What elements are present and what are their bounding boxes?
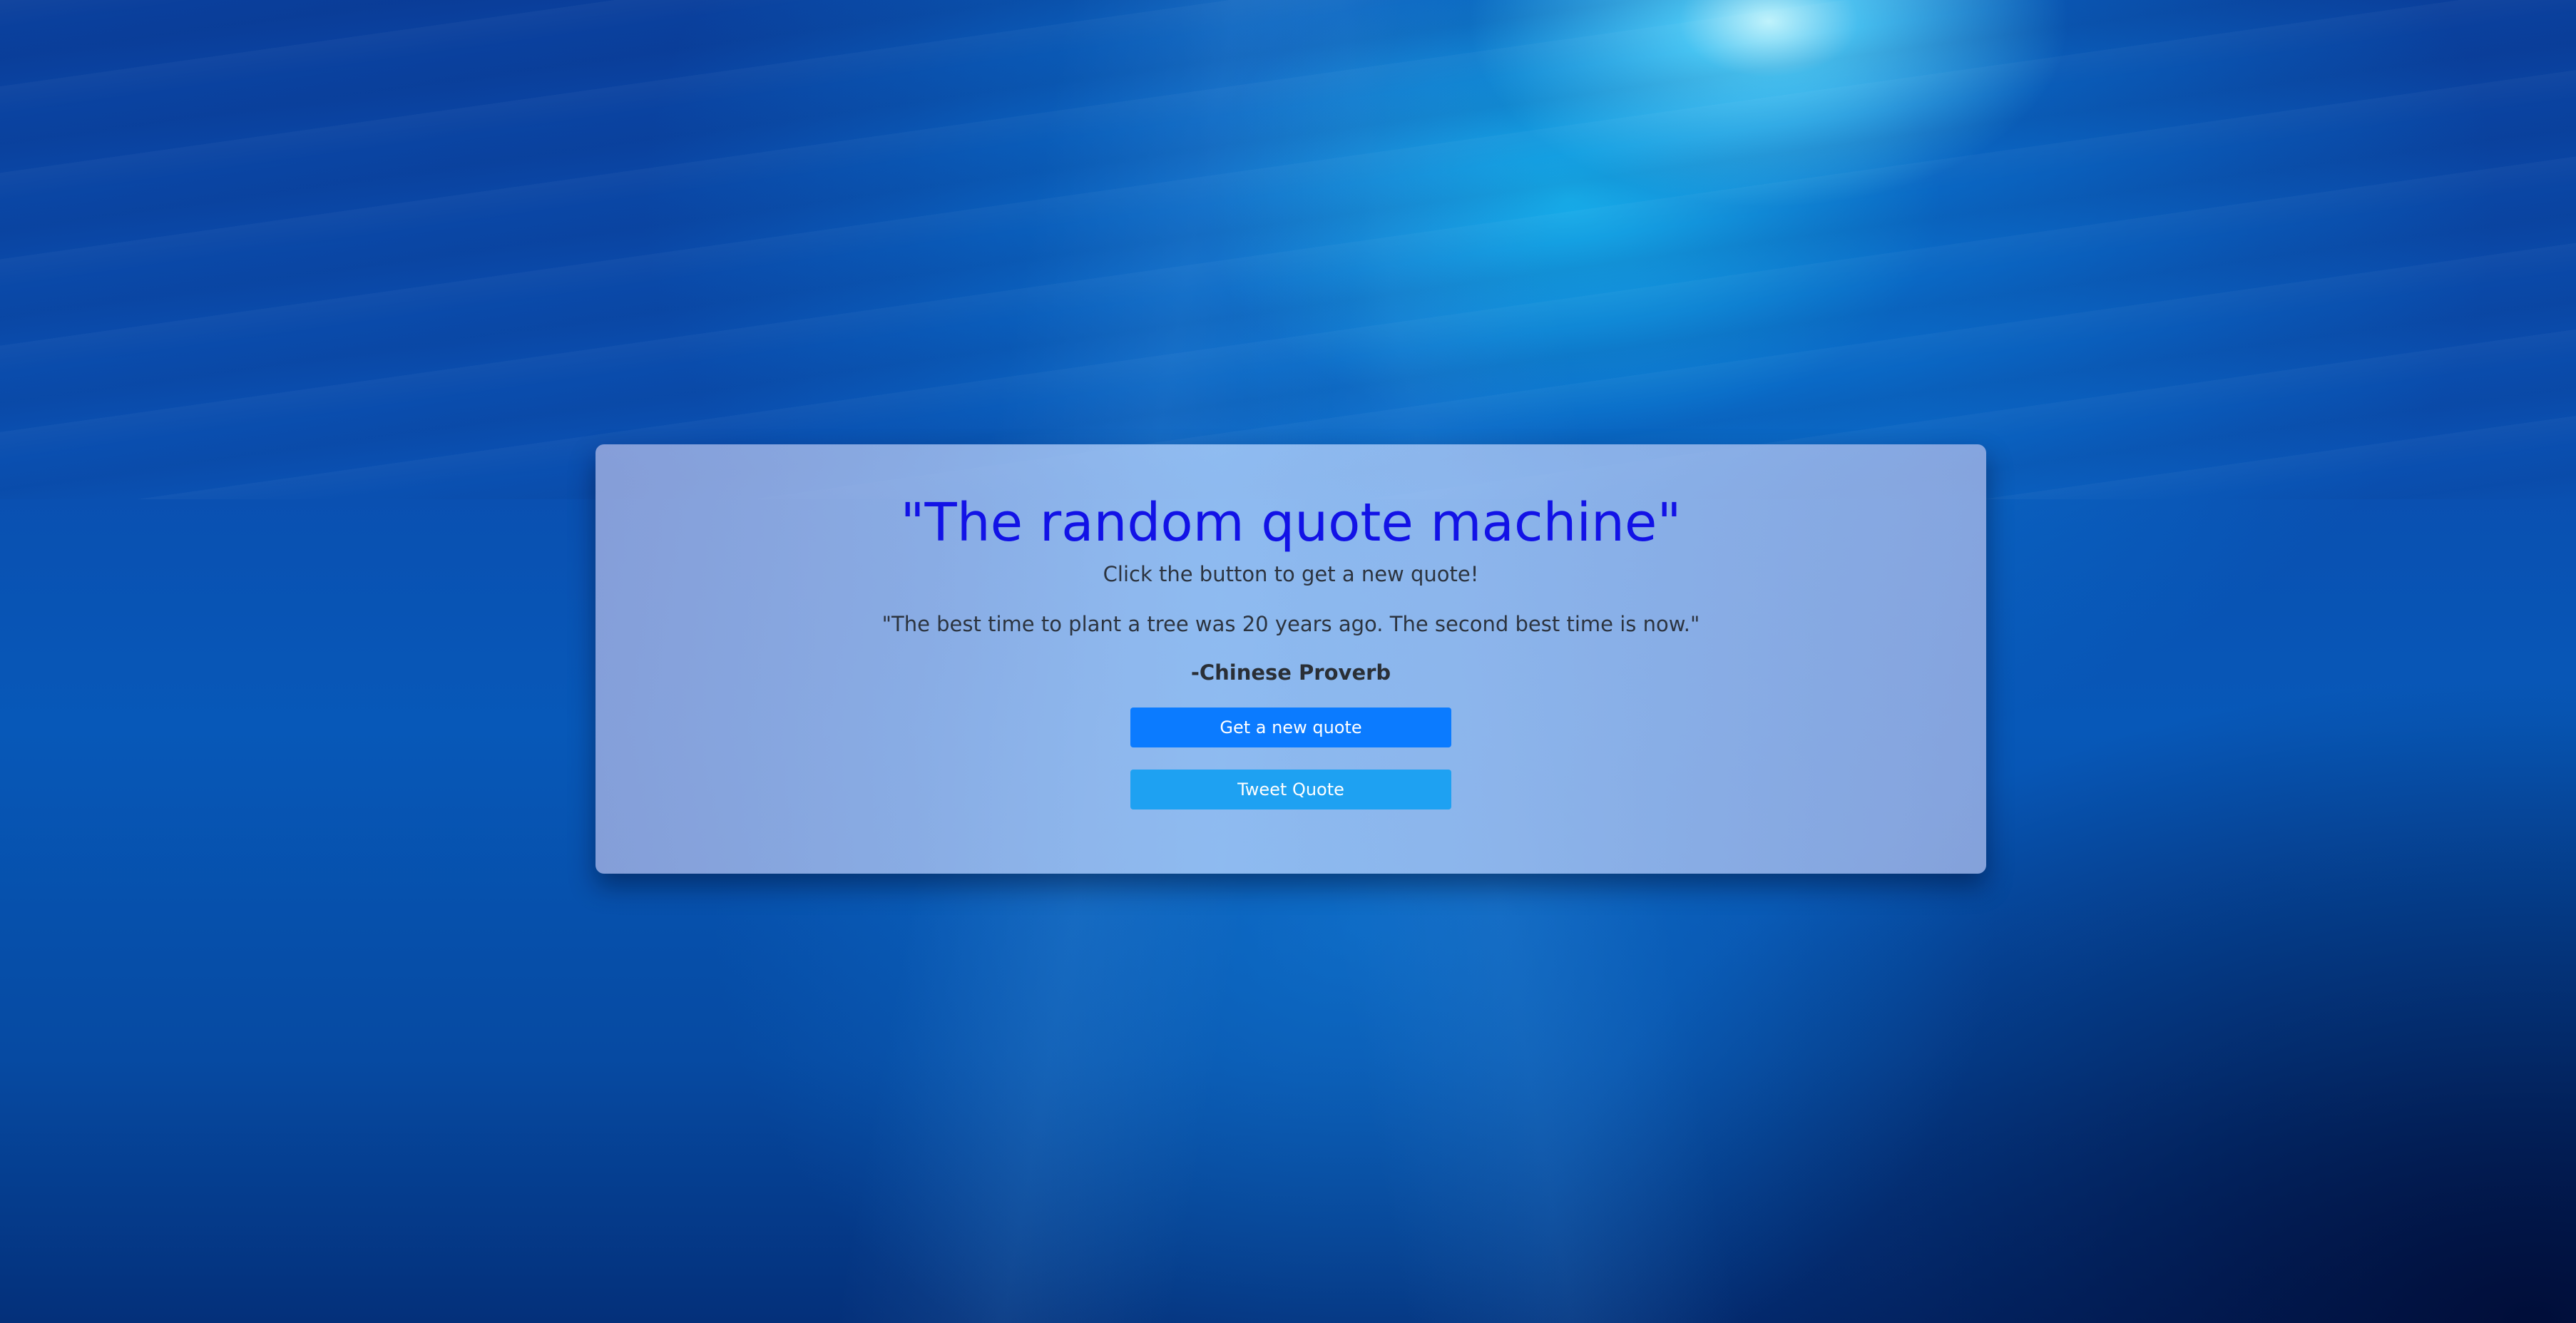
page-title: "The random quote machine": [900, 492, 1682, 553]
quote-text: "The best time to plant a tree was 20 ye…: [881, 612, 1700, 636]
quote-card: "The random quote machine" Click the but…: [596, 444, 1986, 874]
quote-author: -Chinese Proverb: [1190, 660, 1391, 685]
new-quote-button[interactable]: Get a new quote: [1130, 708, 1451, 747]
tweet-quote-button[interactable]: Tweet Quote: [1130, 770, 1451, 809]
instruction-text: Click the button to get a new quote!: [1103, 562, 1479, 586]
